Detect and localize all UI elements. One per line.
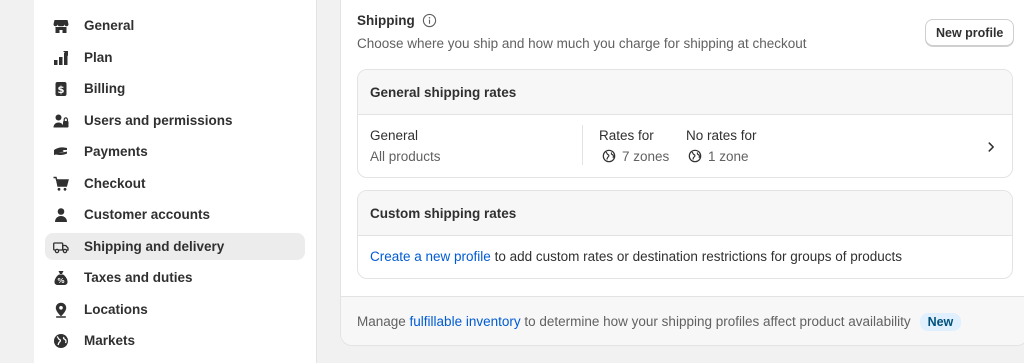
- sidebar-item-locations[interactable]: Locations: [45, 296, 305, 323]
- shipping-card: Shipping Choose where you ship and how m…: [340, 0, 1024, 346]
- sidebar-item-label: Payments: [84, 144, 148, 159]
- profile-name: General: [370, 128, 419, 143]
- billing-icon: $: [53, 81, 69, 97]
- rates-for-zones: 7 zones: [622, 149, 670, 164]
- users-icon: [53, 113, 69, 129]
- sidebar-item-taxes[interactable]: % Taxes and duties: [45, 264, 305, 291]
- settings-sidebar: General Plan $ Billing Users and permiss…: [34, 0, 317, 363]
- tax-icon: %: [53, 270, 69, 286]
- fulfillable-inventory-link[interactable]: fulfillable inventory: [410, 314, 521, 329]
- custom-rates-description: Create a new profile to add custom rates…: [370, 249, 902, 264]
- sidebar-item-shipping[interactable]: Shipping and delivery: [45, 233, 305, 260]
- new-badge: New: [919, 313, 962, 331]
- sidebar-item-label: Shipping and delivery: [84, 239, 225, 254]
- sidebar-item-label: Checkout: [84, 176, 146, 191]
- general-rates-header: General shipping rates: [358, 70, 1012, 115]
- plan-icon: [53, 50, 69, 66]
- no-rates-label: No rates for: [686, 128, 757, 143]
- general-profile-row[interactable]: General All products Rates for 7 zones N…: [358, 115, 1012, 177]
- rates-for-value: 7 zones: [602, 149, 669, 164]
- section-subtitle: Choose where you ship and how much you c…: [357, 36, 807, 51]
- cart-icon: [53, 176, 69, 192]
- custom-rates-panel: Custom shipping rates Create a new profi…: [357, 190, 1013, 279]
- sidebar-item-plan[interactable]: Plan: [45, 44, 305, 71]
- custom-rates-header: Custom shipping rates: [358, 191, 1012, 236]
- general-rates-panel: General shipping rates General All produ…: [357, 69, 1013, 178]
- shipping-title: Shipping: [357, 13, 415, 28]
- sidebar-item-customer-accounts[interactable]: Customer accounts: [45, 201, 305, 228]
- payments-icon: [53, 144, 69, 160]
- location-icon: [53, 302, 69, 318]
- footer-suffix: to determine how your shipping profiles …: [520, 314, 911, 329]
- person-icon: [53, 207, 69, 223]
- sidebar-item-users[interactable]: Users and permissions: [45, 107, 305, 134]
- new-profile-button[interactable]: New profile: [925, 19, 1015, 46]
- sidebar-item-label: Customer accounts: [84, 207, 211, 222]
- svg-text:%: %: [57, 277, 64, 285]
- truck-icon: [53, 239, 69, 255]
- no-rates-zones: 1 zone: [708, 149, 749, 164]
- sidebar-item-label: Taxes and duties: [84, 270, 193, 285]
- sidebar-item-label: Plan: [84, 50, 113, 65]
- footer-text: Manage fulfillable inventory to determin…: [357, 313, 962, 331]
- section-title: Shipping: [357, 13, 437, 28]
- no-rates-value: 1 zone: [688, 149, 749, 164]
- create-profile-link[interactable]: Create a new profile: [370, 249, 491, 264]
- profile-scope: All products: [370, 149, 441, 164]
- globe-icon: [53, 333, 69, 349]
- zone-globe-icon: [688, 149, 702, 163]
- sidebar-item-label: Users and permissions: [84, 113, 233, 128]
- sidebar-item-payments[interactable]: Payments: [45, 138, 305, 165]
- sidebar-item-label: General: [84, 18, 135, 33]
- chevron-right-icon: [988, 142, 994, 152]
- sidebar-item-label: Locations: [84, 302, 148, 317]
- sidebar-item-markets[interactable]: Markets: [45, 327, 305, 354]
- sidebar-item-billing[interactable]: $ Billing: [45, 75, 305, 102]
- sidebar-item-checkout[interactable]: Checkout: [45, 170, 305, 197]
- info-icon[interactable]: [422, 13, 437, 28]
- rates-for-label: Rates for: [599, 128, 654, 143]
- sidebar-item-label: Markets: [84, 333, 136, 348]
- sidebar-item-general[interactable]: General: [45, 12, 305, 39]
- column-divider: [582, 125, 583, 165]
- custom-rates-text: to add custom rates or destination restr…: [490, 249, 903, 264]
- store-icon: [53, 18, 69, 34]
- card-footer: Manage fulfillable inventory to determin…: [341, 296, 1024, 345]
- svg-text:$: $: [58, 85, 65, 96]
- footer-prefix: Manage: [357, 314, 410, 329]
- sidebar-item-label: Billing: [84, 81, 126, 96]
- zone-globe-icon: [602, 149, 616, 163]
